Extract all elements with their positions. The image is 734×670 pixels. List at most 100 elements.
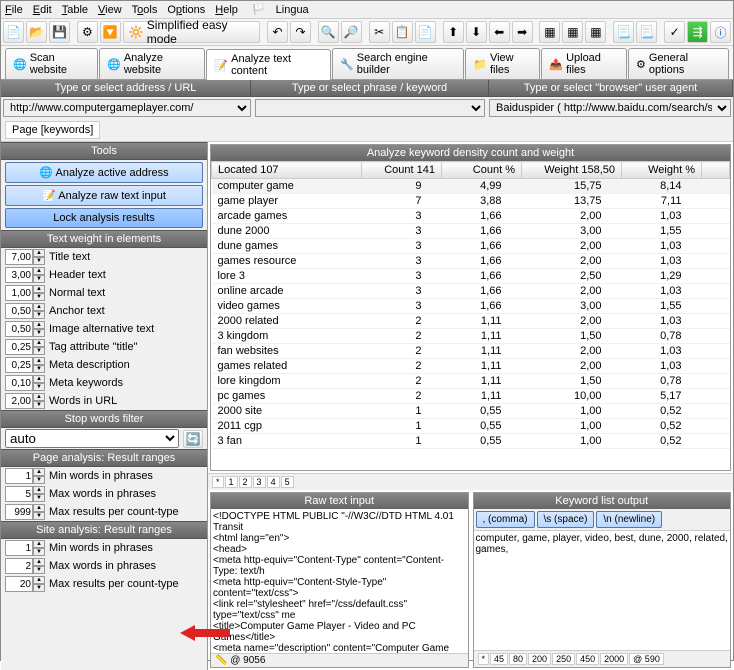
weight-5-up[interactable]: ▲ [33,339,45,347]
weight-7-up[interactable]: ▲ [33,375,45,383]
menu-options[interactable]: Options [167,4,205,16]
weight-6-up[interactable]: ▲ [33,357,45,365]
siterange-1-up[interactable]: ▲ [33,558,45,566]
tb-paste-icon[interactable]: 📄 [415,21,436,43]
tb-cut-icon[interactable]: ✂ [369,21,390,43]
pagetab[interactable]: 3 [253,476,266,488]
table-row[interactable]: computer game94,9915,758,14 [212,179,730,194]
weight-5-input[interactable] [5,339,33,355]
table-row[interactable]: lore 331,662,501,29 [212,269,730,284]
out-newline-button[interactable]: \n (newline) [596,511,662,528]
weight-8-up[interactable]: ▲ [33,393,45,401]
tab-analyze-site[interactable]: 🌐 Analyze website [99,48,205,79]
weight-1-down[interactable]: ▼ [33,275,45,283]
table-row[interactable]: games related21,112,001,03 [212,359,730,374]
raw-text-area[interactable]: <!DOCTYPE HTML PUBLIC "-//W3C//DTD HTML … [211,509,468,653]
weight-0-down[interactable]: ▼ [33,257,45,265]
agent-input[interactable]: Baiduspider ( http://www.baidu.com/searc… [489,99,731,117]
weight-8-down[interactable]: ▼ [33,401,45,409]
weight-5-down[interactable]: ▼ [33,347,45,355]
weight-1-up[interactable]: ▲ [33,267,45,275]
col-countpct[interactable]: Count % [442,162,522,179]
weight-4-input[interactable] [5,321,33,337]
menu-tools[interactable]: Tools [132,4,158,16]
out-space-button[interactable]: \s (space) [537,511,595,528]
weight-2-down[interactable]: ▼ [33,293,45,301]
phrase-input[interactable] [255,99,485,117]
menu-lingua[interactable]: Lingua [276,4,309,16]
table-row[interactable]: games resource31,662,001,03 [212,254,730,269]
tb-redo-icon[interactable]: ↷ [290,21,311,43]
tab-analyze-text[interactable]: 📝 Analyze text content [206,49,331,80]
pagerange-1-input[interactable] [5,486,33,502]
siterange-0-up[interactable]: ▲ [33,540,45,548]
tab-upload-files[interactable]: 📤 Upload files [541,48,627,79]
siterange-2-input[interactable] [5,576,33,592]
tb-filter-icon[interactable]: 🔽 [100,21,121,43]
stopwords-refresh-icon[interactable]: 🔄 [183,430,203,448]
pagerange-2-up[interactable]: ▲ [33,504,45,512]
menu-table[interactable]: Table [62,4,88,16]
tab-general[interactable]: ⚙ General options [628,48,729,79]
table-row[interactable]: online arcade31,662,001,03 [212,284,730,299]
weight-1-input[interactable] [5,267,33,283]
weight-0-input[interactable] [5,249,33,265]
table-row[interactable]: lore kingdom21,111,500,78 [212,374,730,389]
pagetab[interactable]: 45 [490,653,508,665]
stopwords-select[interactable]: auto [5,429,179,448]
tb-down-icon[interactable]: ⬇ [466,21,487,43]
weight-8-input[interactable] [5,393,33,409]
tb-search-icon[interactable]: 🔍 [318,21,339,43]
tb-info-icon[interactable]: ⓘ [710,21,731,43]
siterange-2-down[interactable]: ▼ [33,584,45,592]
tb-share-icon[interactable]: ⇶ [687,21,708,43]
pagerange-0-up[interactable]: ▲ [33,468,45,476]
menu-view[interactable]: View [98,4,122,16]
tb-copy-icon[interactable]: 📋 [392,21,413,43]
tb-grid1-icon[interactable]: ▦ [539,21,560,43]
table-row[interactable]: 2000 site10,551,000,52 [212,404,730,419]
tb-new-icon[interactable]: 📄 [3,21,24,43]
tb-check-icon[interactable]: ✓ [664,21,685,43]
siterange-2-up[interactable]: ▲ [33,576,45,584]
tab-scan[interactable]: 🌐 Scan website [5,48,98,79]
pagerange-0-input[interactable] [5,468,33,484]
tb-grid2-icon[interactable]: ▦ [562,21,583,43]
col-weightpct[interactable]: Weight % [622,162,702,179]
weight-7-input[interactable] [5,375,33,391]
analyze-active-button[interactable]: 🌐 Analyze active address [5,162,203,183]
siterange-0-down[interactable]: ▼ [33,548,45,556]
table-row[interactable]: fan websites21,112,001,03 [212,344,730,359]
tb-settings-icon[interactable]: ⚙ [77,21,98,43]
pagetab[interactable]: 250 [552,653,575,665]
pagetab[interactable]: 200 [528,653,551,665]
pagerange-2-down[interactable]: ▼ [33,512,45,520]
addr-input[interactable]: http://www.computergameplayer.com/ [3,99,251,117]
tb-doc-icon[interactable]: 📃 [613,21,634,43]
menu-file[interactable]: File [5,4,23,16]
table-row[interactable]: arcade games31,662,001,03 [212,209,730,224]
pagetab[interactable]: * [478,653,490,665]
siterange-0-input[interactable] [5,540,33,556]
pagetab[interactable]: 5 [281,476,294,488]
pagetab[interactable]: 450 [576,653,599,665]
table-row[interactable]: video games31,663,001,55 [212,299,730,314]
pagerange-0-down[interactable]: ▼ [33,476,45,484]
siterange-1-input[interactable] [5,558,33,574]
tb-save-icon[interactable]: 💾 [49,21,70,43]
weight-0-up[interactable]: ▲ [33,249,45,257]
analyze-raw-button[interactable]: 📝 Analyze raw text input [5,185,203,206]
table-row[interactable]: dune games31,662,001,03 [212,239,730,254]
weight-6-down[interactable]: ▼ [33,365,45,373]
weight-4-up[interactable]: ▲ [33,321,45,329]
lock-results-button[interactable]: Lock analysis results [5,208,203,228]
tb-doc2-icon[interactable]: 📃 [636,21,657,43]
weight-2-input[interactable] [5,285,33,301]
tab-search-builder[interactable]: 🔧 Search engine builder [332,48,464,79]
tb-easymode[interactable]: 🔆 Simplified easy mode [123,21,260,43]
output-text[interactable]: computer, game, player, video, best, dun… [474,530,731,650]
table-row[interactable]: game player73,8813,757,11 [212,194,730,209]
tb-left-icon[interactable]: ⬅ [489,21,510,43]
weight-6-input[interactable] [5,357,33,373]
pagetab[interactable]: 80 [509,653,527,665]
